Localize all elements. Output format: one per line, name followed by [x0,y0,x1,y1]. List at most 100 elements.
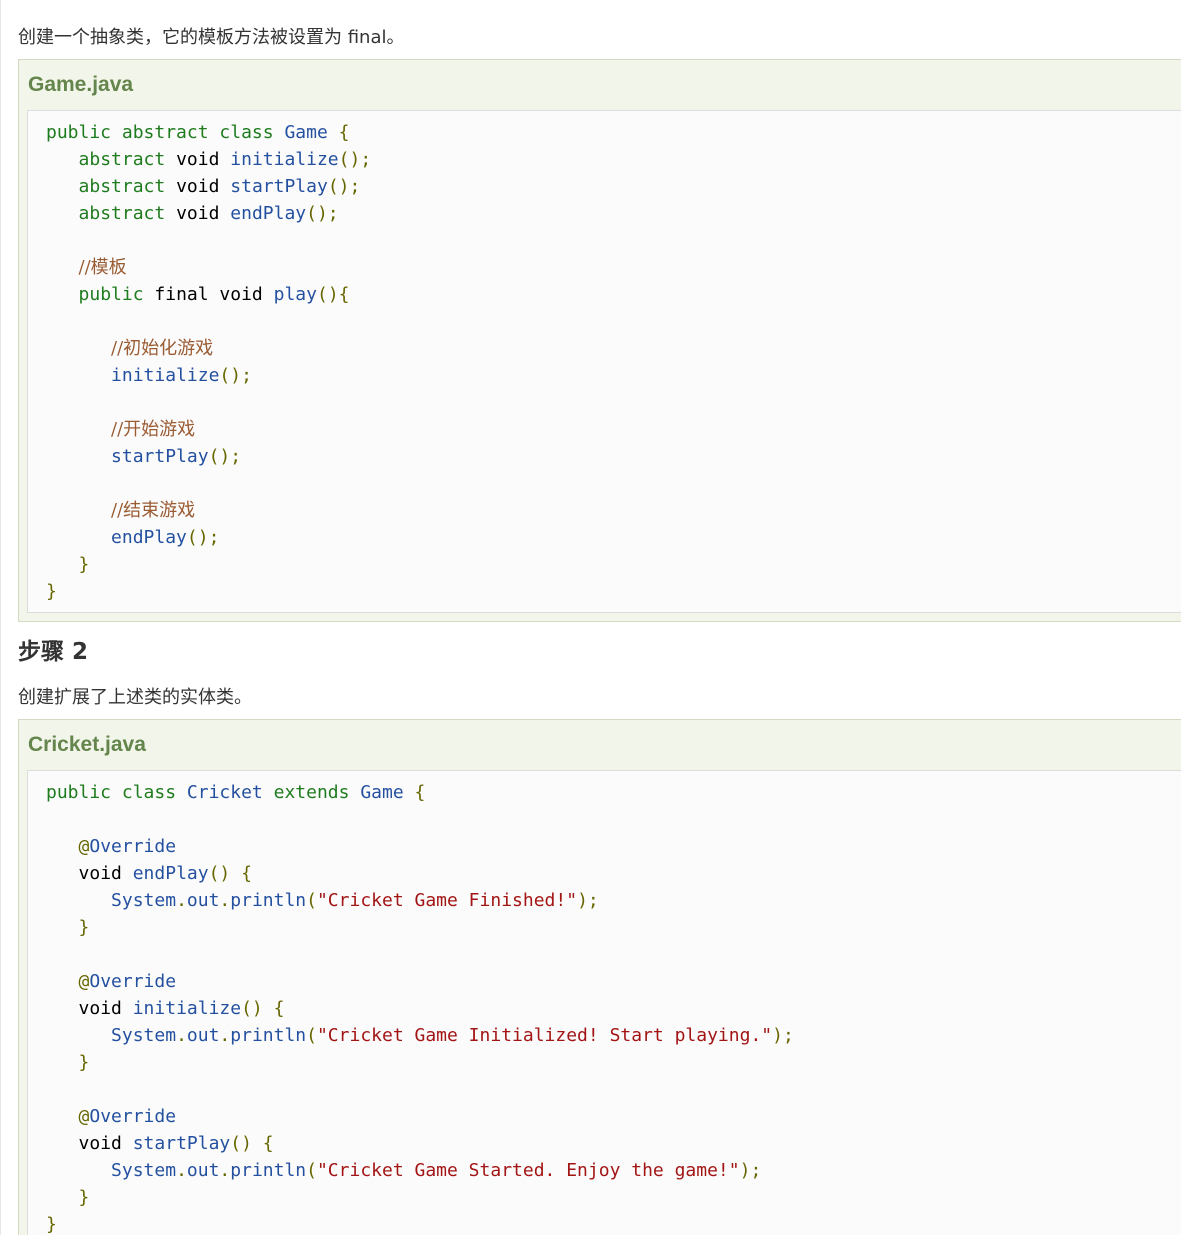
code-token: Override [89,1106,177,1127]
code-block[interactable]: public class Cricket extends Game { @Ove… [27,770,1181,1235]
example-title: Cricket.java [28,733,146,756]
code-token: void [176,149,220,170]
code-token: public [78,284,144,305]
example-game-java: Game.java public abstract class Game { a… [18,59,1181,622]
code-line: endPlay(); [46,524,219,551]
code-token: abstract [78,176,166,197]
code-token: void [78,1133,122,1154]
code-token: { [241,863,252,884]
code-token: (){ [316,284,350,305]
code-line: void initialize() { [46,995,285,1022]
code-token: public [46,122,112,143]
step-2-heading: 步骤 2 [18,639,89,665]
code-token: { [338,122,350,143]
code-token: . [176,1025,187,1046]
code-token: out [186,1025,220,1046]
code-token: abstract [78,149,166,170]
code-token: void [78,998,122,1019]
code-token: println [230,1160,307,1181]
code-token: { [414,782,426,803]
code-token: () [208,863,231,884]
code-token: (); [327,176,361,197]
step-2-intro: 创建扩展了上述类的实体类。 [18,687,252,708]
code-token: ); [577,890,599,911]
code-line: } [46,914,90,941]
code-line: System.out.println("Cricket Game Started… [46,1157,761,1184]
code-token: endPlay [132,863,209,884]
code-token: ); [772,1025,794,1046]
code-token: void [176,176,220,197]
code-token: { [273,998,285,1019]
code-token: initialize [230,149,339,170]
code-token: abstract [121,122,209,143]
code-token: "Cricket Game Initialized! Start playing… [316,1025,773,1046]
code-line: System.out.println("Cricket Game Initial… [46,1022,794,1049]
code-line: } [46,1049,90,1076]
code-token: System [111,890,177,911]
code-token: void [78,863,122,884]
code-line: void startPlay() { [46,1130,274,1157]
code-token: { [262,1133,274,1154]
example-title: Game.java [28,73,134,96]
code-token: Override [89,971,177,992]
example-cricket-java: Cricket.java public class Cricket extend… [18,719,1181,1235]
code-token: } [46,581,57,602]
code-token: ); [739,1160,762,1181]
code-token: println [230,1025,307,1046]
code-line: abstract void initialize(); [46,146,372,173]
code-line: System.out.println("Cricket Game Finishe… [46,887,599,914]
code-line: @Override [46,968,177,995]
code-token: endPlay [230,203,307,224]
code-token: //模板 [78,257,127,278]
code-token: play [273,284,317,305]
code-token: Game [284,122,328,143]
code-line: abstract void startPlay(); [46,173,361,200]
code-token: startPlay [111,446,209,467]
code-token: @ [78,1106,90,1127]
code-line: } [46,1211,57,1235]
code-line: } [46,1184,90,1211]
code-token: . [176,1160,187,1181]
code-line: //初始化游戏 [46,335,213,362]
code-line: //开始游戏 [46,416,195,443]
code-block[interactable]: public abstract class Game { abstract vo… [27,110,1181,613]
code-line: public abstract class Game { [46,119,350,146]
code-token: void [176,203,220,224]
code-token: System [111,1025,177,1046]
code-token: (); [306,203,339,224]
code-token: (); [338,149,372,170]
code-token: ( [306,1160,317,1181]
code-token: class [219,122,274,143]
code-line: } [46,551,90,578]
code-token: startPlay [230,176,328,197]
code-line: } [46,578,57,605]
code-token: initialize [111,365,220,386]
code-token: } [46,1214,57,1235]
